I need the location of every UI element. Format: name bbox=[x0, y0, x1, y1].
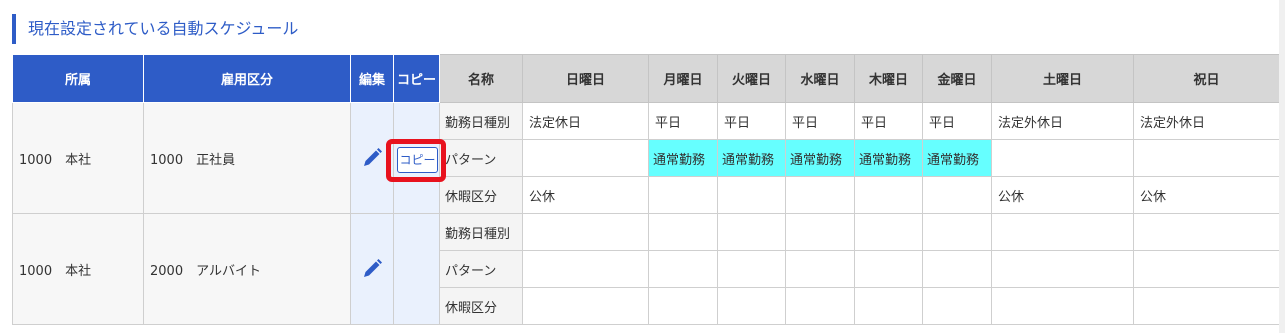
cell-wed bbox=[785, 213, 855, 251]
cell-fri bbox=[922, 250, 992, 288]
cell-wed bbox=[785, 287, 855, 325]
cell-fri: 平日 bbox=[922, 102, 992, 140]
cell-mon bbox=[648, 287, 718, 325]
cell-thu: 通常勤務 bbox=[854, 139, 923, 177]
header-sun: 日曜日 bbox=[522, 54, 649, 103]
affiliation-cell: 1000 本社 bbox=[12, 102, 144, 214]
cell-sun bbox=[522, 139, 649, 177]
schedule-table: 所属 雇用区分 編集 コピー 名称 日曜日 月曜日 火曜日 水曜日 木曜日 金曜… bbox=[12, 54, 1279, 325]
cell-fri bbox=[922, 176, 992, 214]
header-row: 所属 雇用区分 編集 コピー 名称 日曜日 月曜日 火曜日 水曜日 木曜日 金曜… bbox=[12, 54, 1279, 103]
pencil-icon[interactable] bbox=[361, 258, 383, 280]
line-label: 勤務日種別 bbox=[439, 213, 523, 251]
cell-tue bbox=[717, 250, 786, 288]
header-fri: 金曜日 bbox=[922, 54, 992, 103]
cell-holiday: 法定外休日 bbox=[1133, 102, 1279, 140]
cell-mon bbox=[648, 176, 718, 214]
cell-sat: 公休 bbox=[991, 176, 1134, 214]
cell-wed: 平日 bbox=[785, 102, 855, 140]
cell-wed bbox=[785, 250, 855, 288]
cell-wed bbox=[785, 176, 855, 214]
cell-holiday bbox=[1133, 250, 1279, 288]
cell-thu bbox=[854, 176, 923, 214]
cell-sat bbox=[991, 250, 1134, 288]
cell-fri: 通常勤務 bbox=[922, 139, 992, 177]
header-name: 名称 bbox=[439, 54, 523, 103]
employment-cell: 1000 正社員 bbox=[143, 102, 351, 214]
employment-cell: 2000 アルバイト bbox=[143, 213, 351, 325]
cell-tue bbox=[717, 213, 786, 251]
line-label: 休暇区分 bbox=[439, 287, 523, 325]
cell-holiday bbox=[1133, 287, 1279, 325]
cell-mon bbox=[648, 250, 718, 288]
header-thu: 木曜日 bbox=[854, 54, 923, 103]
header-wed: 水曜日 bbox=[785, 54, 855, 103]
header-edit: 編集 bbox=[350, 54, 394, 103]
section-title: 現在設定されている自動スケジュール bbox=[12, 14, 298, 44]
cell-sun bbox=[522, 213, 649, 251]
cell-thu bbox=[854, 213, 923, 251]
cell-thu bbox=[854, 287, 923, 325]
cell-sun: 公休 bbox=[522, 176, 649, 214]
edit-cell bbox=[350, 213, 394, 325]
header-affiliation: 所属 bbox=[12, 54, 144, 103]
pencil-icon[interactable] bbox=[361, 147, 383, 169]
cell-sun: 法定休日 bbox=[522, 102, 649, 140]
cell-sun bbox=[522, 287, 649, 325]
cell-thu bbox=[854, 250, 923, 288]
cell-mon: 通常勤務 bbox=[648, 139, 718, 177]
affiliation-cell: 1000 本社 bbox=[12, 213, 144, 325]
cell-sat: 法定外休日 bbox=[991, 102, 1134, 140]
cell-holiday: 公休 bbox=[1133, 176, 1279, 214]
scrollbar[interactable] bbox=[1279, 0, 1285, 333]
header-holiday: 祝日 bbox=[1133, 54, 1279, 103]
cell-sat bbox=[991, 213, 1134, 251]
line-label: パターン bbox=[439, 250, 523, 288]
header-mon: 月曜日 bbox=[648, 54, 718, 103]
cell-fri bbox=[922, 287, 992, 325]
cell-sat bbox=[991, 139, 1134, 177]
header-employment: 雇用区分 bbox=[143, 54, 351, 103]
line-label: 勤務日種別 bbox=[439, 102, 523, 140]
cell-fri bbox=[922, 213, 992, 251]
cell-mon bbox=[648, 213, 718, 251]
cell-tue bbox=[717, 176, 786, 214]
cell-sat bbox=[991, 287, 1134, 325]
copy-cell bbox=[393, 213, 440, 325]
header-sat: 土曜日 bbox=[991, 54, 1134, 103]
cell-mon: 平日 bbox=[648, 102, 718, 140]
line-label: 休暇区分 bbox=[439, 176, 523, 214]
cell-sun bbox=[522, 250, 649, 288]
header-copy: コピー bbox=[393, 54, 440, 103]
cell-holiday bbox=[1133, 213, 1279, 251]
cell-thu: 平日 bbox=[854, 102, 923, 140]
cell-tue: 平日 bbox=[717, 102, 786, 140]
copy-button[interactable]: コピー bbox=[397, 147, 438, 173]
schedule-table-wrap: 所属 雇用区分 編集 コピー 名称 日曜日 月曜日 火曜日 水曜日 木曜日 金曜… bbox=[12, 54, 1279, 333]
table-row: 1000 本社 2000 アルバイト 勤務日種別 bbox=[12, 213, 1279, 325]
table-row: 1000 本社 1000 正社員 勤務日種別 法定休日 平日 平日 平日 平日 … bbox=[12, 102, 1279, 214]
cell-wed: 通常勤務 bbox=[785, 139, 855, 177]
cell-holiday bbox=[1133, 139, 1279, 177]
header-tue: 火曜日 bbox=[717, 54, 786, 103]
cell-tue: 通常勤務 bbox=[717, 139, 786, 177]
line-label: パターン bbox=[439, 139, 523, 177]
cell-tue bbox=[717, 287, 786, 325]
